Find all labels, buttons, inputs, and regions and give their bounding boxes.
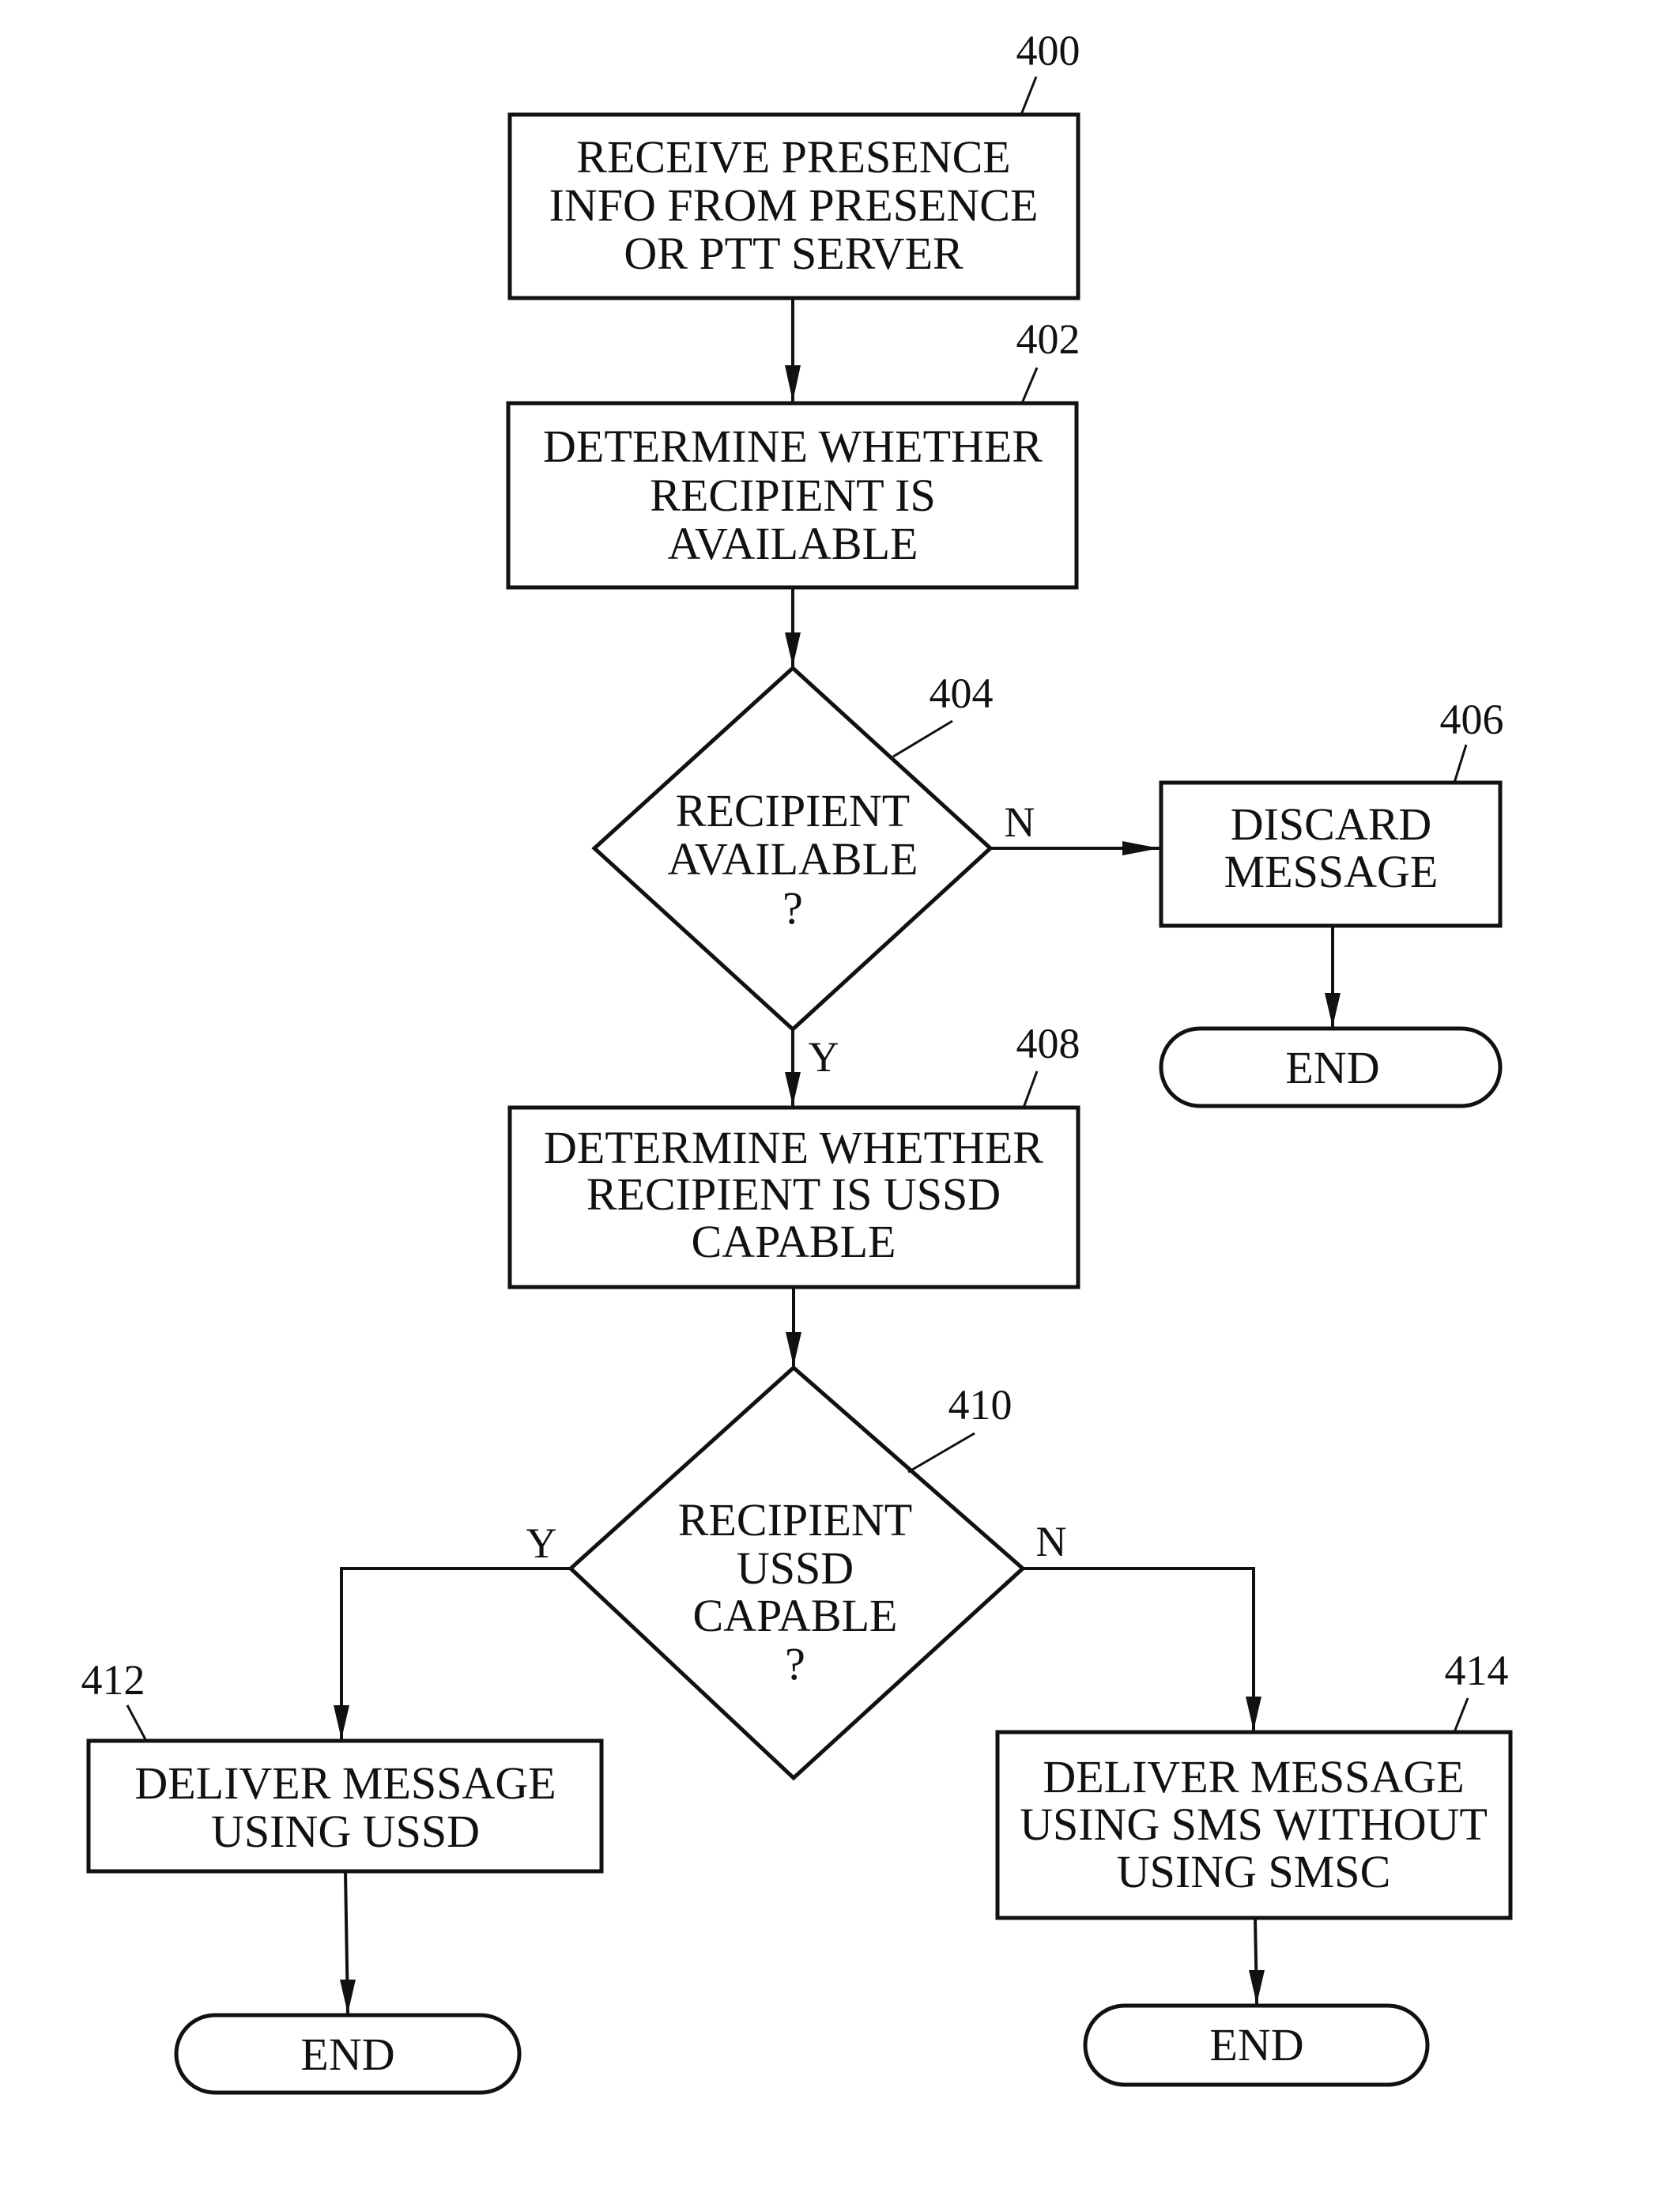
reference-numeral: 412 bbox=[81, 1656, 145, 1704]
node-label: END bbox=[1209, 2019, 1303, 2070]
node-end-406: END bbox=[1159, 1026, 1503, 1108]
node-label: RECIPIENT IS USSD bbox=[586, 1168, 1001, 1220]
node-label: AVAILABLE bbox=[668, 518, 918, 569]
leader-line bbox=[892, 719, 953, 758]
branch-label-yes: Y bbox=[526, 1519, 557, 1567]
node-label: MESSAGE bbox=[1224, 846, 1439, 897]
reference-numeral: 414 bbox=[1445, 1647, 1509, 1694]
node-label: CAPABLE bbox=[692, 1216, 896, 1267]
node-label: RECEIVE PRESENCE bbox=[576, 131, 1010, 183]
node-label: DETERMINE WHETHER bbox=[543, 421, 1043, 472]
reference-numeral: 406 bbox=[1440, 696, 1504, 743]
leader-line bbox=[126, 1704, 148, 1742]
arrowhead-end-406 bbox=[1325, 993, 1341, 1027]
node-label: END bbox=[300, 2029, 394, 2080]
node-label: DISCARD bbox=[1231, 798, 1432, 850]
node-label: AVAILABLE bbox=[668, 833, 918, 885]
branch-label-no: N bbox=[1005, 798, 1035, 846]
node-label: OR PTT SERVER bbox=[624, 228, 963, 279]
arrowhead-402 bbox=[785, 365, 801, 402]
arrowhead-408 bbox=[785, 1072, 801, 1106]
node-label: END bbox=[1285, 1042, 1379, 1093]
reference-numeral: 404 bbox=[930, 670, 994, 717]
arrowhead-404 bbox=[785, 632, 801, 666]
edge-410-414 bbox=[1023, 1567, 1255, 1731]
arrowhead-410 bbox=[786, 1332, 801, 1366]
arrowhead-412 bbox=[334, 1705, 349, 1739]
branch-label-yes: Y bbox=[809, 1033, 839, 1081]
node-label: RECIPIENT bbox=[676, 785, 910, 836]
node-400: RECEIVE PRESENCE INFO FROM PRESENCE OR P… bbox=[507, 27, 1080, 300]
arrowhead-end-412 bbox=[340, 1980, 356, 2014]
leader-line bbox=[1020, 76, 1038, 115]
reference-numeral: 402 bbox=[1016, 315, 1080, 363]
node-end-412: END bbox=[174, 2013, 522, 2095]
leader-line bbox=[1453, 744, 1468, 783]
node-410: RECIPIENT USSD CAPABLE ? 410 Y N bbox=[526, 1365, 1067, 1781]
reference-numeral: 410 bbox=[948, 1381, 1013, 1429]
node-label: USING USSD bbox=[211, 1806, 480, 1857]
node-406: DISCARD MESSAGE 406 bbox=[1159, 696, 1504, 928]
node-label: INFO FROM PRESENCE bbox=[549, 179, 1039, 231]
leader-line bbox=[1022, 1070, 1039, 1108]
node-label: DELIVER MESSAGE bbox=[134, 1757, 556, 1809]
leader-line bbox=[907, 1432, 975, 1474]
leader-line bbox=[1453, 1697, 1469, 1733]
leader-line bbox=[1020, 367, 1039, 404]
reference-numeral: 400 bbox=[1016, 27, 1080, 74]
node-label: USSD bbox=[737, 1542, 854, 1594]
node-label: USING SMS WITHOUT bbox=[1020, 1799, 1488, 1850]
node-label: RECIPIENT bbox=[678, 1494, 912, 1546]
node-end-414: END bbox=[1083, 2003, 1430, 2087]
node-label: RECIPIENT IS bbox=[650, 470, 935, 521]
branch-label-no: N bbox=[1036, 1518, 1067, 1565]
node-404: RECIPIENT AVAILABLE ? 404 N Y bbox=[591, 665, 1035, 1081]
arrowhead-end-414 bbox=[1249, 1970, 1265, 2004]
node-label: DELIVER MESSAGE bbox=[1043, 1751, 1464, 1802]
node-label: ? bbox=[785, 1638, 805, 1689]
node-label: CAPABLE bbox=[693, 1590, 898, 1641]
arrowhead-406 bbox=[1122, 841, 1160, 855]
node-label: ? bbox=[782, 882, 803, 934]
node-408: DETERMINE WHETHER RECIPIENT IS USSD CAPA… bbox=[507, 1020, 1080, 1289]
edge-410-412 bbox=[340, 1567, 571, 1739]
reference-numeral: 408 bbox=[1016, 1020, 1080, 1067]
node-label: DETERMINE WHETHER bbox=[544, 1122, 1043, 1173]
flowchart: RECEIVE PRESENCE INFO FROM PRESENCE OR P… bbox=[81, 27, 1513, 2095]
arrowhead-414 bbox=[1246, 1697, 1261, 1731]
node-label: USING SMSC bbox=[1117, 1846, 1391, 1897]
